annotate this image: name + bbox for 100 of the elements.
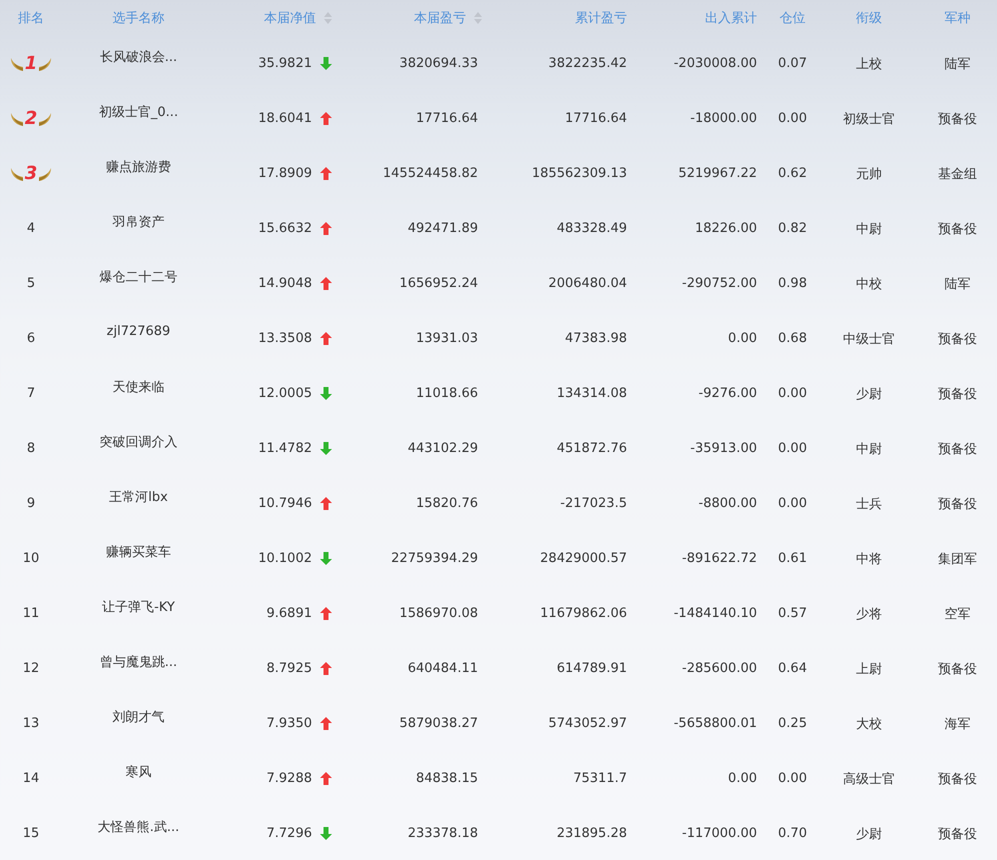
rank-number: 1 (24, 53, 38, 74)
net-value: 12.0005 (258, 386, 312, 401)
column-header: 仓位 (780, 10, 806, 27)
position-ratio: 0.61 (778, 551, 807, 566)
sort-icon[interactable] (324, 12, 332, 24)
player-name: 大怪兽熊.武... (98, 818, 180, 836)
session-profit: 443102.29 (408, 441, 478, 456)
army-branch: 基金组 (938, 166, 977, 182)
session-profit: 11018.66 (416, 386, 478, 401)
net-value: 9.6891 (266, 606, 312, 621)
army-branch: 预备役 (938, 386, 977, 402)
position-ratio: 0.00 (778, 496, 807, 511)
rank-number: 10 (22, 551, 40, 566)
cash-flow: -117000.00 (682, 826, 757, 841)
rank-number: 6 (26, 331, 36, 346)
cash-flow: -2030008.00 (674, 56, 757, 71)
player-name: 王常河lbx (109, 488, 168, 506)
rank-number: 13 (22, 716, 40, 731)
rank-title: 上校 (856, 56, 882, 72)
rank-number: 4 (26, 221, 36, 236)
position-ratio: 0.82 (778, 221, 807, 236)
session-profit: 17716.64 (416, 111, 478, 126)
army-branch: 预备役 (938, 826, 977, 842)
player-name: 赚辆买菜车 (106, 544, 171, 560)
position-ratio: 0.70 (778, 826, 807, 841)
total-profit: 483328.49 (556, 221, 627, 236)
rank-title: 大校 (856, 716, 882, 732)
wing-icon (10, 56, 24, 72)
position-ratio: 0.00 (778, 111, 807, 126)
net-value: 17.8909 (258, 166, 312, 181)
rank-number: 9 (26, 496, 36, 511)
total-profit: 231895.28 (556, 826, 627, 841)
wing-icon (38, 166, 52, 182)
column-header[interactable]: 本届盈亏 (414, 9, 482, 27)
player-name: 寒风 (126, 764, 152, 780)
position-ratio: 0.57 (778, 606, 807, 621)
cash-flow: 0.00 (728, 771, 757, 786)
position-ratio: 0.00 (778, 386, 807, 401)
cash-flow: -891622.72 (682, 551, 757, 566)
rank-title: 少将 (856, 606, 882, 622)
rank-title: 元帅 (856, 166, 882, 182)
total-profit: 134314.08 (556, 386, 627, 401)
army-branch: 预备役 (938, 660, 977, 678)
player-name: 长风破浪会... (100, 48, 178, 66)
net-value: 18.6041 (258, 111, 312, 126)
cash-flow: -8800.00 (698, 496, 757, 511)
rank-title: 少尉 (856, 386, 882, 402)
rank-title: 上尉 (856, 660, 882, 678)
wing-icon (38, 56, 52, 72)
cash-flow: -35913.00 (690, 441, 757, 456)
session-profit: 1586970.08 (399, 606, 478, 621)
net-value: 14.9048 (258, 276, 312, 291)
army-branch: 海军 (944, 716, 970, 732)
rank-number: 12 (22, 661, 40, 676)
session-profit: 13931.03 (416, 331, 478, 346)
army-branch: 预备役 (938, 440, 977, 458)
session-profit: 1656952.24 (399, 276, 478, 291)
player-name: 赚点旅游费 (106, 158, 171, 176)
column-header[interactable]: 本届净值 (264, 9, 332, 27)
session-profit: 233378.18 (408, 826, 478, 841)
total-profit: 614789.91 (556, 661, 627, 676)
position-ratio: 0.62 (778, 166, 807, 181)
session-profit: 640484.11 (408, 661, 478, 676)
army-branch: 预备役 (938, 220, 977, 238)
net-value: 7.7296 (266, 826, 312, 841)
army-branch: 空军 (944, 606, 970, 622)
sort-icon[interactable] (474, 12, 482, 24)
total-profit: 17716.64 (564, 111, 627, 126)
total-profit: -217023.5 (560, 496, 627, 511)
net-value: 7.9288 (266, 771, 312, 786)
total-profit: 2006480.04 (548, 276, 627, 291)
cash-flow: -9276.00 (698, 386, 757, 401)
total-profit: 3822235.42 (548, 56, 627, 71)
cash-flow: -290752.00 (682, 276, 757, 291)
wing-icon (10, 110, 24, 126)
army-branch: 陆军 (944, 56, 970, 72)
player-name: 天使来临 (112, 378, 164, 396)
army-branch: 预备役 (938, 770, 977, 788)
player-name: zjl727689 (106, 324, 170, 339)
total-profit: 451872.76 (556, 441, 627, 456)
rank-title: 中将 (856, 550, 882, 568)
column-header: 军种 (944, 10, 970, 27)
total-profit: 185562309.13 (532, 166, 627, 181)
rank-number: 5 (26, 276, 36, 291)
rank-title: 少尉 (856, 826, 882, 842)
session-profit: 5879038.27 (399, 716, 478, 731)
rank-number: 7 (26, 386, 36, 401)
position-ratio: 0.68 (778, 331, 807, 346)
total-profit: 11679862.06 (540, 606, 627, 621)
position-ratio: 0.00 (778, 441, 807, 456)
session-profit: 15820.76 (416, 496, 478, 511)
rank-title: 初级士官 (843, 110, 895, 128)
session-profit: 492471.89 (408, 221, 478, 236)
player-name: 曾与魔鬼跳... (100, 654, 178, 670)
army-branch: 陆军 (944, 276, 970, 292)
rank-number: 14 (22, 771, 40, 786)
column-header: 选手名称 (112, 10, 164, 27)
net-value: 35.9821 (258, 56, 312, 71)
army-branch: 预备役 (938, 496, 977, 512)
total-profit: 47383.98 (564, 331, 627, 346)
